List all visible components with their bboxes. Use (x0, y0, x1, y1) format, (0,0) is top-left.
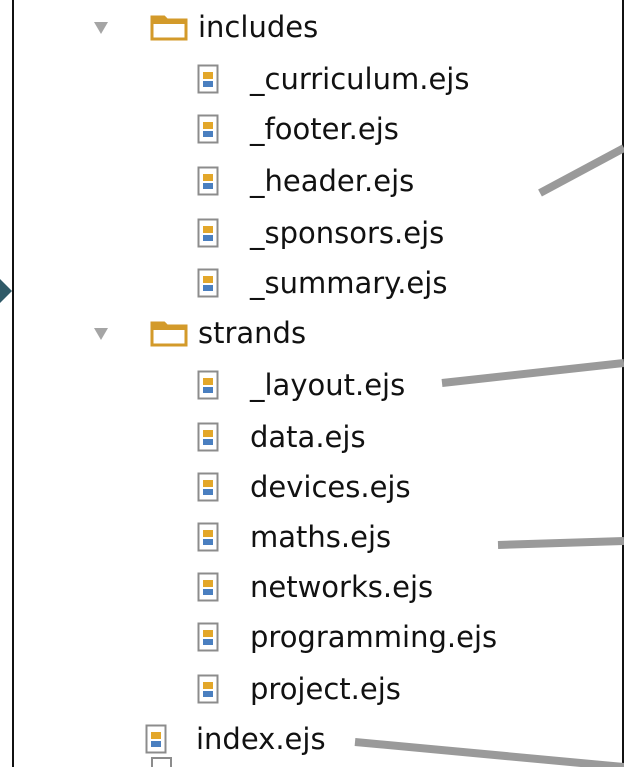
file-row-networks[interactable]: networks.ejs (14, 562, 614, 612)
file-label: maths.ejs (250, 520, 392, 554)
ejs-file-icon (197, 370, 219, 400)
ejs-file-icon (145, 724, 167, 754)
file-label: _layout.ejs (250, 368, 406, 402)
file-label: data.ejs (250, 420, 366, 454)
file-row-data[interactable]: data.ejs (14, 412, 614, 462)
partial-file-icon (151, 757, 172, 767)
file-row-footer[interactable]: _footer.ejs (14, 104, 614, 154)
folder-row-strands[interactable]: strands (14, 308, 614, 358)
file-label: project.ejs (250, 672, 401, 706)
ejs-file-icon (197, 422, 219, 452)
file-row-summary[interactable]: _summary.ejs (14, 258, 614, 308)
file-row-header[interactable]: _header.ejs (14, 156, 614, 206)
file-row-project[interactable]: project.ejs (14, 664, 614, 714)
file-row-sponsors[interactable]: _sponsors.ejs (14, 208, 614, 258)
folder-label-strands: strands (198, 316, 307, 350)
folder-row-includes[interactable]: includes (14, 2, 614, 52)
file-row-maths[interactable]: maths.ejs (14, 512, 614, 562)
file-row-curriculum[interactable]: _curriculum.ejs (14, 54, 614, 104)
file-row-layout[interactable]: _layout.ejs (14, 360, 614, 410)
folder-icon (150, 321, 188, 347)
ejs-file-icon (197, 622, 219, 652)
ejs-file-icon (197, 218, 219, 248)
folder-icon (150, 15, 188, 41)
file-label: _header.ejs (250, 164, 415, 198)
file-label: _summary.ejs (250, 266, 448, 300)
project-explorer-panel: includes _curriculum.ejs _footer.ejs _he… (12, 0, 624, 767)
disclosure-triangle-icon[interactable] (94, 22, 108, 34)
file-row-programming[interactable]: programming.ejs (14, 612, 614, 662)
file-label: index.ejs (196, 722, 326, 756)
ejs-file-icon (197, 572, 219, 602)
file-label: networks.ejs (250, 570, 434, 604)
ejs-file-icon (197, 472, 219, 502)
file-label: programming.ejs (250, 620, 498, 654)
file-label: _sponsors.ejs (250, 216, 445, 250)
ejs-file-icon (197, 268, 219, 298)
file-label: _curriculum.ejs (250, 62, 470, 96)
folder-label-includes: includes (198, 10, 319, 44)
pointer-arrow-icon (0, 279, 12, 303)
ejs-file-icon (197, 114, 219, 144)
disclosure-triangle-icon[interactable] (94, 328, 108, 340)
ejs-file-icon (197, 522, 219, 552)
ejs-file-icon (197, 674, 219, 704)
file-label: _footer.ejs (250, 112, 399, 146)
file-row-index[interactable]: index.ejs (14, 714, 614, 764)
file-row-devices[interactable]: devices.ejs (14, 462, 614, 512)
ejs-file-icon (197, 166, 219, 196)
ejs-file-icon (197, 64, 219, 94)
file-label: devices.ejs (250, 470, 411, 504)
